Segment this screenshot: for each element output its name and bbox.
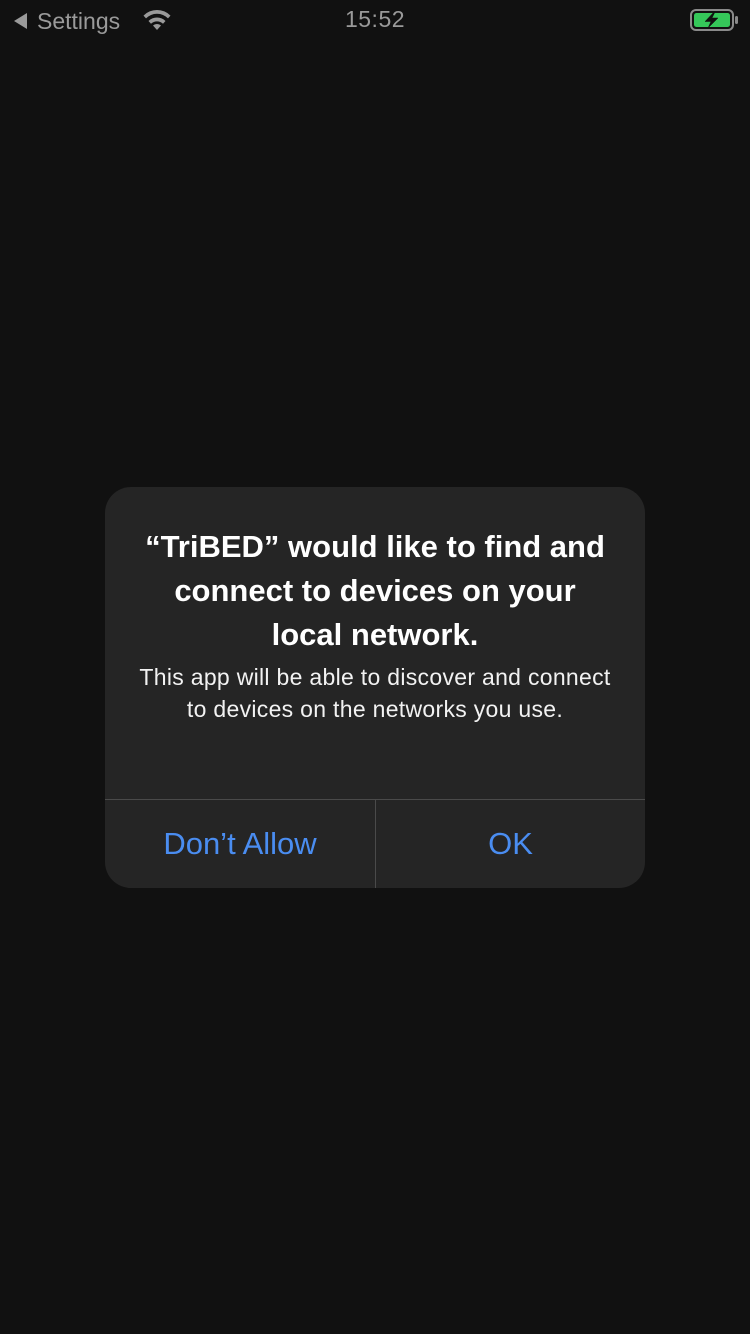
- status-time: 15:52: [344, 6, 406, 32]
- local-network-permission-alert: “TriBED” would like to find and connect …: [105, 487, 645, 888]
- alert-body: “TriBED” would like to find and connect …: [105, 487, 645, 799]
- dont-allow-button[interactable]: Don’t Allow: [105, 800, 375, 888]
- battery-charging-icon: [690, 9, 738, 31]
- alert-message: This app will be able to discover and co…: [139, 664, 611, 722]
- alert-title: “TriBED” would like to find and connect …: [145, 529, 605, 652]
- ok-button[interactable]: OK: [376, 800, 645, 888]
- status-bar: Settings 15:52: [0, 0, 750, 40]
